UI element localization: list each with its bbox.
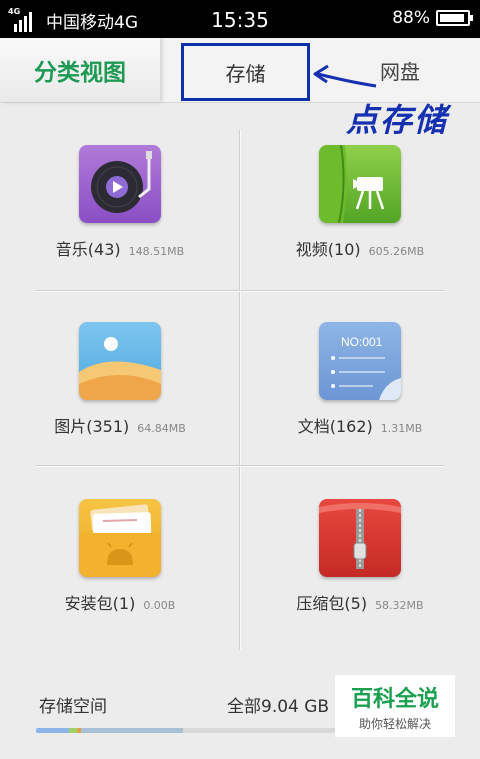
category-documents[interactable]: NO:001 文档(162) 1.31MB [240,307,480,482]
category-apk[interactable]: 安装包(1) 0.00B [0,484,240,659]
category-size: 64.84MB [137,422,186,435]
storage-usage-segment [68,728,77,733]
category-label: 图片(351) [54,417,130,436]
storage-usage-segment [80,728,183,733]
category-video[interactable]: 视频(10) 605.26MB [240,130,480,305]
category-label: 压缩包(5) [296,594,368,613]
storage-usage-segment [36,728,69,733]
svg-text:NO:001: NO:001 [341,335,383,349]
video-icon [319,145,401,223]
watermark-subtitle: 助你轻松解决 [358,717,431,731]
category-size: 58.32MB [375,599,424,612]
music-icon [79,145,161,223]
tab-bar: 分类视图 存储 网盘 [0,38,480,103]
category-label: 音乐(43) [55,240,121,259]
tab-category-view[interactable]: 分类视图 [0,38,160,102]
category-music[interactable]: 音乐(43) 148.51MB [0,130,240,305]
battery-percent: 88% [392,8,430,28]
category-size: 1.31MB [380,422,423,435]
category-size: 148.51MB [128,245,185,258]
category-archives[interactable]: 压缩包(5) 58.32MB [240,484,480,659]
annotation-arrow-icon [313,64,377,88]
document-icon: NO:001 [319,322,401,400]
picture-icon [79,322,161,400]
watermark-title: 百科全说 [350,687,439,712]
status-bar: 4G 中国移动4G 15:35 88% [0,0,480,38]
watermark-logo: 百科全说 助你轻松解决 [335,675,455,737]
category-size: 605.26MB [368,245,425,258]
category-label: 安装包(1) [64,594,136,613]
category-pictures[interactable]: 图片(351) 64.84MB [0,307,240,482]
apk-icon [79,499,161,577]
archive-icon [319,499,401,577]
category-label: 文档(162) [297,417,373,436]
tab-storage[interactable]: 存储 [181,43,310,101]
battery-icon [436,10,473,26]
storage-title: 存储空间 [39,697,107,717]
category-label: 视频(10) [295,240,361,259]
storage-total: 全部9.04 GB [227,697,330,717]
category-size: 0.00B [143,599,176,612]
